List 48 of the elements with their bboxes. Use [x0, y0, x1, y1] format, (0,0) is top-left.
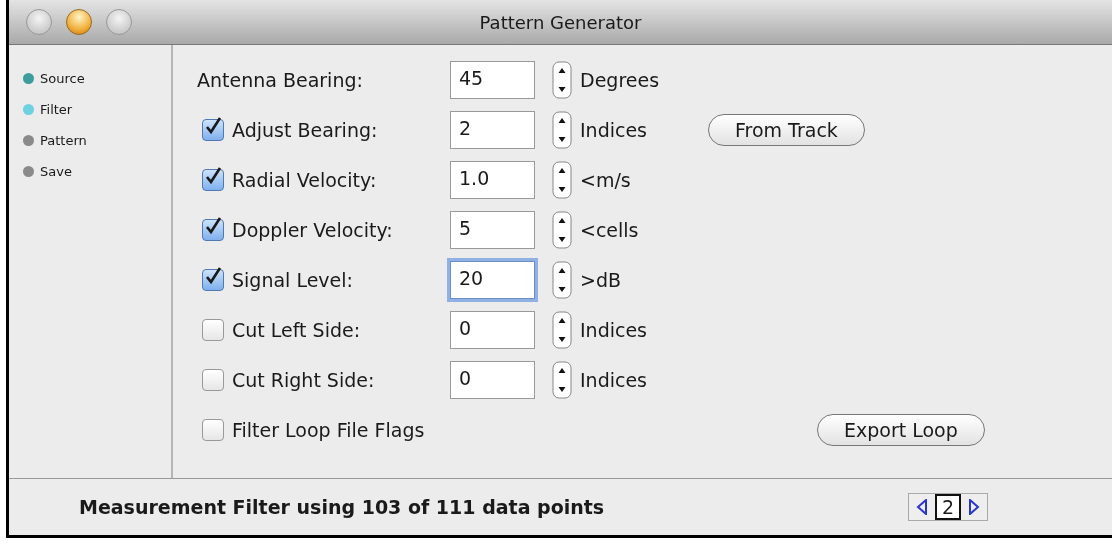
stepper-icon[interactable] [552, 211, 572, 249]
number-field[interactable]: 0 [450, 311, 535, 349]
checkbox[interactable] [202, 219, 224, 241]
stepper-icon[interactable] [552, 361, 572, 399]
step-label[interactable]: Save [40, 164, 72, 179]
page-number: 2 [934, 494, 961, 520]
number-field[interactable]: 45 [450, 61, 535, 99]
checkbox[interactable] [202, 119, 224, 141]
unit-label: Indices [580, 319, 649, 341]
step-label[interactable]: Source [40, 71, 85, 86]
field-label: Cut Right Side: [232, 369, 375, 391]
field-label: Adjust Bearing: [232, 119, 378, 141]
left-arrow-icon[interactable] [915, 499, 928, 515]
number-field[interactable]: 0 [450, 361, 535, 399]
number-field[interactable]: 1.0 [450, 161, 535, 199]
stepper-icon[interactable] [552, 311, 572, 349]
unit-label: <m/s [580, 169, 632, 191]
step-label[interactable]: Filter [40, 102, 73, 117]
push-button[interactable]: Export Loop [817, 414, 985, 446]
field-label: Doppler Velocity: [232, 219, 393, 241]
checkbox[interactable] [202, 369, 224, 391]
field-label: Signal Level: [232, 269, 353, 291]
field-label: Radial Velocity: [232, 169, 377, 191]
unit-label: >dB [580, 269, 622, 291]
number-field[interactable]: 2 [450, 111, 535, 149]
stepper-icon[interactable] [552, 261, 572, 299]
stepper-icon[interactable] [552, 161, 572, 199]
step-label[interactable]: Pattern [40, 133, 87, 148]
field-label: Antenna Bearing: [197, 69, 363, 91]
stepper-icon[interactable] [552, 61, 572, 99]
unit-label: Degrees [580, 69, 661, 91]
unit-label: Indices [580, 369, 649, 391]
stepper-icon[interactable] [552, 111, 572, 149]
checkbox[interactable] [202, 319, 224, 341]
number-field[interactable]: 5 [450, 211, 535, 249]
right-arrow-icon[interactable] [968, 499, 980, 515]
push-button[interactable]: From Track [708, 114, 865, 146]
field-label: Filter Loop File Flags [232, 419, 425, 441]
window-title: Pattern Generator [479, 11, 642, 33]
window-button[interactable] [66, 9, 92, 35]
checkbox[interactable] [202, 169, 224, 191]
checkbox[interactable] [202, 269, 224, 291]
number-field[interactable]: 20 [450, 261, 535, 299]
field-label: Cut Left Side: [232, 319, 361, 341]
unit-label: <cells [580, 219, 640, 241]
status-message: Measurement Filter using 103 of 111 data points [79, 496, 606, 518]
unit-label: Indices [580, 119, 649, 141]
checkbox[interactable] [202, 419, 224, 441]
